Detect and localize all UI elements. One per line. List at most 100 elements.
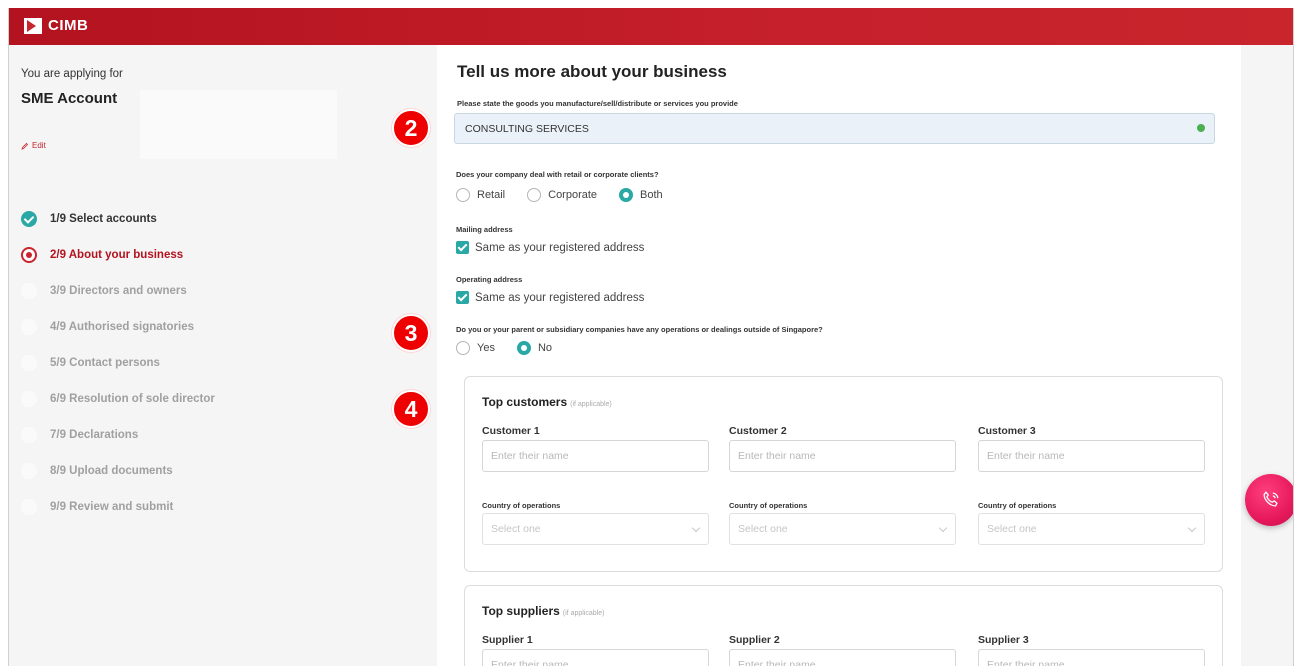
annotation-badge-3: 3 [392,314,430,352]
app-window: CIMB You are applying for SME Account Ed… [8,8,1294,666]
chevron-down-icon [691,523,701,533]
step-select-accounts[interactable]: 1/9 Select accounts [21,209,157,229]
call-button[interactable] [1245,474,1293,526]
customer-3-country-select[interactable]: Select one [978,513,1205,545]
goods-services-value: CONSULTING SERVICES [465,122,589,135]
radio-unchecked-icon [527,188,542,202]
operating-address-label: Operating address [456,275,523,284]
checkbox-label: Same as your registered address [475,241,645,254]
customer-1-label: Customer 1 [482,425,540,437]
checkbox-checked-icon [456,291,469,304]
customer-3-label: Customer 3 [978,425,1036,437]
radio-label: Retail [477,189,506,201]
pending-step-icon [21,499,37,515]
radio-label: Corporate [548,189,598,201]
card-title-text: Top customers [482,395,568,409]
checkbox-checked-icon [456,241,469,254]
step-declarations[interactable]: 7/9 Declarations [21,425,138,445]
supplier-1-label: Supplier 1 [482,634,533,646]
pencil-icon [21,142,29,150]
pending-step-icon [21,463,37,479]
applying-for-label: You are applying for [21,68,123,80]
radio-no[interactable]: No [516,341,553,355]
radio-label: No [537,342,553,354]
clients-question: Does your company deal with retail or co… [456,170,659,179]
edit-label: Edit [32,141,46,150]
country-3-label: Country of operations [978,501,1057,510]
top-suppliers-card: Top suppliers (if applicable) Supplier 1 … [464,585,1223,666]
active-step-icon [21,247,37,263]
step-resolution-sole-director[interactable]: 6/9 Resolution of sole director [21,389,215,409]
step-about-your-business[interactable]: 2/9 About your business [21,245,183,265]
goods-services-label: Please state the goods you manufacture/s… [457,99,738,108]
sidebar: You are applying for SME Account Edit 1/… [9,45,429,666]
step-contact-persons[interactable]: 5/9 Contact persons [21,353,160,373]
supplier-1-name-input[interactable]: Enter their name [482,649,709,666]
pending-step-icon [21,391,37,407]
radio-retail[interactable]: Retail [456,188,505,202]
select-placeholder: Select one [491,523,541,535]
step-directors-and-owners[interactable]: 3/9 Directors and owners [21,281,187,301]
card-hint: (if applicable) [570,401,612,408]
customer-2-country-select[interactable]: Select one [729,513,956,545]
supplier-2-label: Supplier 2 [729,634,780,646]
country-1-label: Country of operations [482,501,561,510]
card-hint: (if applicable) [562,610,605,617]
step-label: 6/9 Resolution of sole director [50,393,215,405]
pending-step-icon [21,355,37,371]
radio-both[interactable]: Both [619,188,663,202]
account-name: SME Account [21,90,118,107]
step-label: 2/9 About your business [50,249,184,261]
customer-1-name-input[interactable]: Enter their name [482,440,709,472]
top-bar: CIMB [9,8,1293,45]
overseas-radio-group: Yes No [456,341,574,355]
annotation-badge-4: 4 [392,390,430,428]
page-title: Tell us more about your business [457,62,727,81]
mailing-address-label: Mailing address [456,225,513,234]
overseas-question: Do you or your parent or subsidiary comp… [456,325,823,334]
customer-2-label: Customer 2 [729,425,787,437]
chevron-down-icon [938,523,948,533]
step-label: 8/9 Upload documents [50,465,173,477]
card-title-text: Top suppliers [482,604,560,618]
radio-yes[interactable]: Yes [456,341,495,355]
radio-checked-icon [619,188,634,202]
checkbox-label: Same as your registered address [475,291,645,304]
chevron-down-icon [1187,523,1197,533]
customer-2-name-input[interactable]: Enter their name [729,440,956,472]
customer-1-country-select[interactable]: Select one [482,513,709,545]
step-label: 1/9 Select accounts [50,213,157,225]
brand-name: CIMB [48,17,89,34]
pending-step-icon [21,283,37,299]
top-customers-title: Top customers (if applicable) [482,395,612,409]
mailing-same-address-checkbox[interactable]: Same as your registered address [456,241,644,254]
supplier-3-name-input[interactable]: Enter their name [978,649,1205,666]
goods-services-input[interactable]: CONSULTING SERVICES [454,113,1215,144]
edit-link[interactable]: Edit [21,141,46,150]
valid-status-icon [1197,124,1205,132]
radio-label: Yes [477,342,495,354]
customer-3-name-input[interactable]: Enter their name [978,440,1205,472]
step-authorised-signatories[interactable]: 4/9 Authorised signatories [21,317,194,337]
clients-radio-group: Retail Corporate Both [456,188,685,202]
pending-step-icon [21,319,37,335]
account-summary-box [140,90,337,159]
cimb-logo[interactable]: CIMB [24,17,88,34]
step-label: 9/9 Review and submit [50,501,174,513]
top-suppliers-title: Top suppliers (if applicable) [482,604,604,618]
select-placeholder: Select one [738,523,788,535]
supplier-3-label: Supplier 3 [978,634,1029,646]
step-review-and-submit[interactable]: 9/9 Review and submit [21,497,173,517]
step-label: 5/9 Contact persons [50,357,160,369]
top-customers-card: Top customers (if applicable) Customer 1 … [464,376,1223,572]
radio-unchecked-icon [456,188,470,202]
pending-step-icon [21,427,37,443]
radio-corporate[interactable]: Corporate [527,188,597,202]
phone-call-icon [1263,491,1279,507]
form-panel: Tell us more about your business Please … [437,45,1241,666]
supplier-2-name-input[interactable]: Enter their name [729,649,956,666]
step-upload-documents[interactable]: 8/9 Upload documents [21,461,173,481]
operating-same-address-checkbox[interactable]: Same as your registered address [456,291,644,304]
step-label: 7/9 Declarations [50,429,139,441]
step-label: 3/9 Directors and owners [50,285,187,297]
